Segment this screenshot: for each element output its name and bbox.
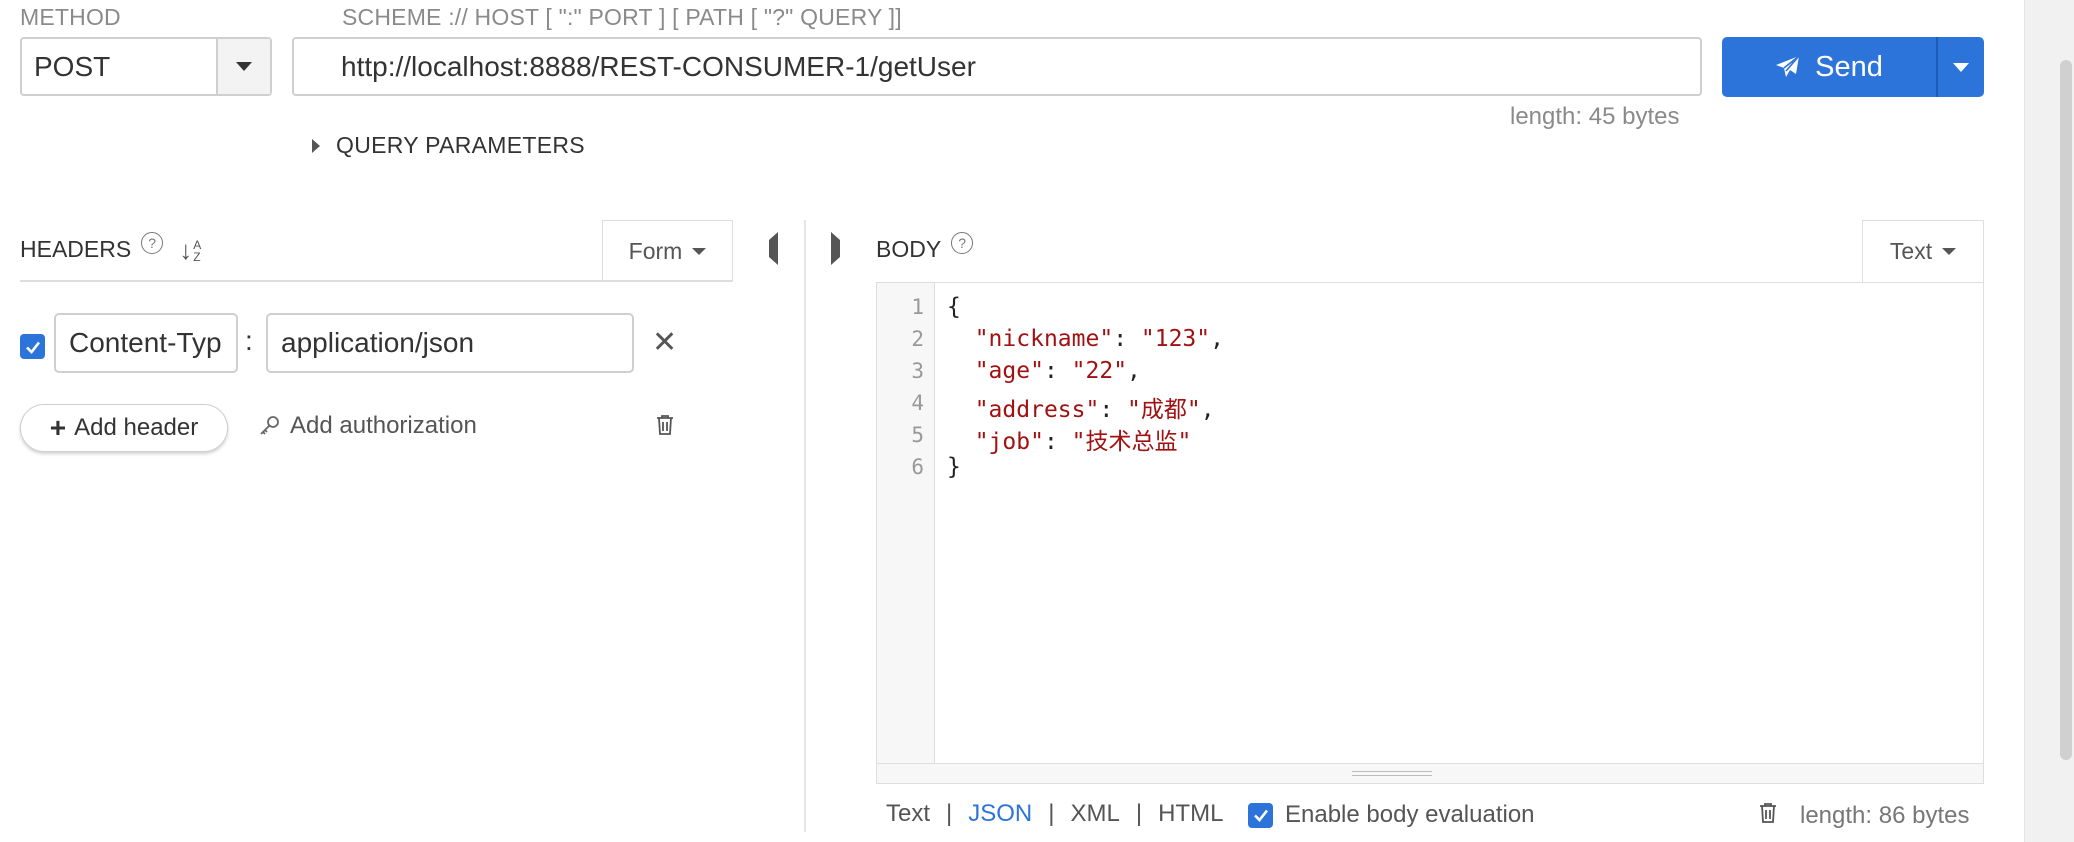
headers-title-row: HEADERS ? ↓ A Z bbox=[20, 231, 201, 263]
header-colon: : bbox=[245, 325, 253, 356]
method-select[interactable]: POST bbox=[20, 37, 272, 96]
body-editor[interactable]: 1 2 3 4 5 6 { "nickname": "123", "age": … bbox=[876, 282, 1984, 784]
enable-body-evaluation-checkbox[interactable] bbox=[1248, 802, 1273, 828]
format-separator: | bbox=[1135, 800, 1143, 827]
key-icon bbox=[260, 416, 279, 435]
method-label: METHOD bbox=[20, 4, 121, 30]
collapse-headers-button[interactable] bbox=[769, 232, 778, 265]
json-value: "22" bbox=[1071, 358, 1128, 384]
format-html[interactable]: HTML bbox=[1158, 800, 1223, 828]
chevron-left-icon bbox=[769, 232, 778, 265]
chevron-right-icon bbox=[312, 138, 320, 153]
method-dropdown-toggle[interactable] bbox=[216, 39, 270, 94]
rest-client-window: METHOD SCHEME :// HOST [ ":" PORT ] [ PA… bbox=[0, 0, 2074, 842]
headers-title: HEADERS bbox=[20, 236, 132, 262]
line-number: 1 bbox=[911, 295, 924, 319]
chevron-down-icon bbox=[1953, 62, 1969, 72]
line-number: 3 bbox=[911, 359, 924, 383]
line-number: 4 bbox=[911, 391, 924, 415]
chevron-down-icon bbox=[692, 248, 707, 255]
headers-divider bbox=[20, 280, 733, 282]
sort-headers-icon[interactable]: ↓ A Z bbox=[179, 237, 201, 263]
chevron-down-icon bbox=[236, 62, 252, 71]
paper-plane-icon bbox=[1776, 55, 1800, 77]
code-line: } bbox=[947, 454, 961, 480]
checkmark-icon bbox=[1253, 809, 1268, 822]
line-number: 5 bbox=[911, 423, 924, 447]
json-key: "age" bbox=[974, 358, 1044, 384]
url-length: length: 45 bytes bbox=[1510, 103, 1680, 130]
header-value-input[interactable]: application/json bbox=[266, 313, 634, 373]
json-comma: , bbox=[1210, 326, 1224, 352]
header-enabled-checkbox[interactable] bbox=[20, 334, 45, 359]
arrow-down-icon: ↓ bbox=[179, 234, 193, 265]
body-mode-label: Text bbox=[1889, 238, 1933, 264]
method-value: POST bbox=[34, 51, 111, 82]
add-header-label: Add header bbox=[74, 414, 199, 441]
body-title-row: BODY ? bbox=[876, 231, 974, 263]
code-line: "job": "技术总监" bbox=[974, 429, 1192, 455]
code-line: "address": "成都", bbox=[974, 397, 1215, 423]
body-title: BODY bbox=[876, 236, 942, 262]
json-value: "123" bbox=[1140, 326, 1211, 352]
headers-mode-select[interactable]: Form bbox=[602, 220, 733, 282]
format-text[interactable]: Text bbox=[886, 800, 930, 828]
send-button-group: Send bbox=[1722, 37, 1984, 97]
add-header-button[interactable]: + Add header bbox=[20, 404, 228, 452]
line-number-gutter: 1 2 3 4 5 6 bbox=[877, 283, 935, 763]
url-input[interactable]: http://localhost:8888/REST-CONSUMER-1/ge… bbox=[292, 37, 1702, 96]
code-line: { bbox=[947, 294, 961, 320]
query-parameters-label: QUERY PARAMETERS bbox=[336, 132, 585, 158]
add-authorization-button[interactable]: Add authorization bbox=[258, 412, 477, 440]
scrollbar-thumb[interactable] bbox=[2060, 60, 2072, 760]
json-comma: , bbox=[1127, 358, 1141, 384]
enable-body-evaluation-label: Enable body evaluation bbox=[1285, 801, 1535, 828]
json-value: "技术总监" bbox=[1071, 429, 1192, 455]
url-hint-label: SCHEME :// HOST [ ":" PORT ] [ PATH [ "?… bbox=[342, 4, 902, 30]
json-key: "nickname" bbox=[974, 326, 1114, 352]
format-separator: | bbox=[946, 800, 953, 827]
body-length: length: 86 bytes bbox=[1800, 802, 1970, 829]
collapse-body-button[interactable] bbox=[831, 232, 840, 265]
body-format-switcher: Text | JSON | XML | HTML bbox=[886, 800, 1223, 828]
checkmark-icon bbox=[25, 341, 40, 354]
help-icon[interactable]: ? bbox=[141, 231, 164, 254]
send-button[interactable]: Send bbox=[1722, 37, 1936, 97]
send-options-toggle[interactable] bbox=[1936, 37, 1984, 97]
format-separator: | bbox=[1048, 800, 1055, 827]
trash-icon[interactable] bbox=[1758, 802, 1778, 824]
close-icon[interactable]: ✕ bbox=[652, 328, 677, 358]
sort-z-label: Z bbox=[193, 249, 201, 264]
add-authorization-label: Add authorization bbox=[290, 412, 477, 439]
chevron-right-icon bbox=[831, 232, 840, 265]
headers-mode-label: Form bbox=[628, 238, 683, 264]
send-button-label: Send bbox=[1815, 50, 1883, 83]
body-mode-select[interactable]: Text bbox=[1862, 220, 1984, 282]
trash-icon[interactable] bbox=[655, 414, 675, 436]
sort-a-label: A bbox=[193, 237, 202, 252]
json-comma: , bbox=[1200, 397, 1215, 423]
line-number: 6 bbox=[911, 455, 924, 479]
help-icon[interactable]: ? bbox=[951, 231, 974, 254]
code-close-brace: } bbox=[947, 454, 961, 480]
code-line: "age": "22", bbox=[974, 358, 1141, 384]
json-key: "address" bbox=[974, 397, 1100, 423]
code-line: "nickname": "123", bbox=[974, 326, 1224, 352]
editor-resize-bar[interactable] bbox=[877, 763, 1983, 783]
json-value: "成都" bbox=[1127, 397, 1201, 423]
format-xml[interactable]: XML bbox=[1071, 800, 1120, 828]
format-json[interactable]: JSON bbox=[968, 800, 1032, 828]
line-number: 2 bbox=[911, 327, 924, 351]
resize-grip-icon[interactable] bbox=[1352, 771, 1432, 776]
panel-divider[interactable] bbox=[804, 220, 806, 832]
chevron-down-icon bbox=[1942, 248, 1957, 255]
enable-body-evaluation[interactable]: Enable body evaluation bbox=[1248, 801, 1535, 829]
header-name-input[interactable]: Content-Typ bbox=[54, 313, 238, 373]
json-key: "job" bbox=[974, 429, 1044, 455]
query-parameters-toggle[interactable]: QUERY PARAMETERS bbox=[312, 132, 585, 159]
plus-icon: + bbox=[49, 412, 67, 443]
code-open-brace: { bbox=[947, 294, 961, 320]
